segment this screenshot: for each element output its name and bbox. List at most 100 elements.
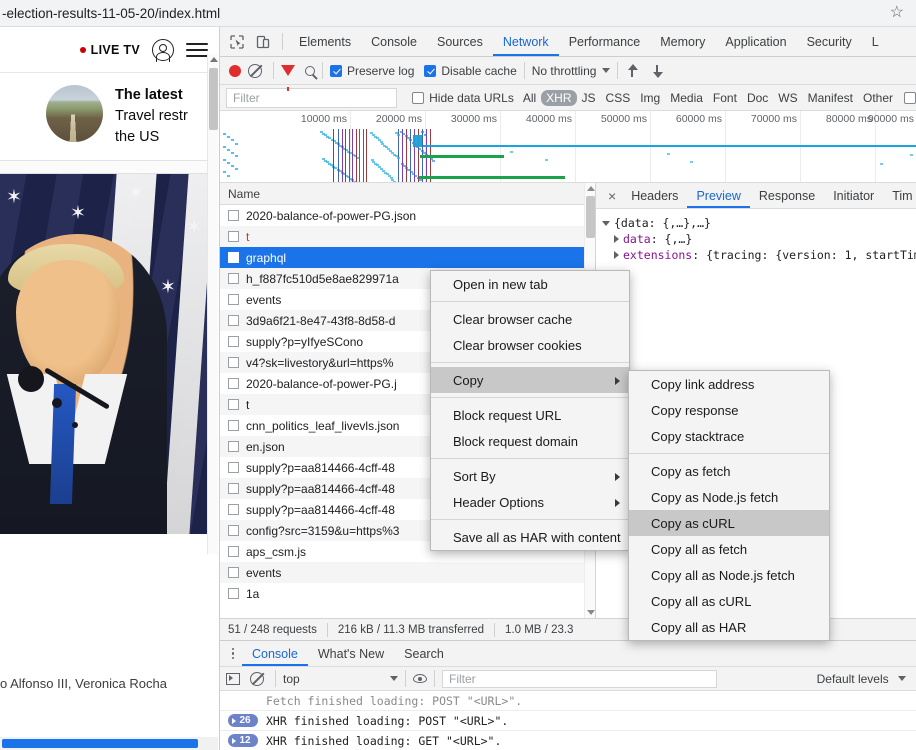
- filter-type-manifest[interactable]: Manifest: [803, 90, 858, 106]
- request-checkbox[interactable]: [228, 336, 239, 347]
- browser-url-bar[interactable]: -election-results-11-05-20/index.html ☆: [0, 0, 916, 26]
- tab-lighthouse[interactable]: L: [862, 27, 889, 56]
- page-hscroll-thumb[interactable]: [2, 739, 198, 748]
- tab-elements[interactable]: Elements: [289, 27, 361, 56]
- triangle-right-icon[interactable]: [614, 251, 619, 259]
- scroll-down-icon[interactable]: [587, 610, 595, 615]
- tab-performance[interactable]: Performance: [559, 27, 651, 56]
- request-checkbox[interactable]: [228, 231, 239, 242]
- context-menu-item[interactable]: Clear browser cache: [431, 306, 629, 332]
- log-group-badge[interactable]: 12: [228, 734, 258, 747]
- chevron-down-icon[interactable]: [390, 676, 398, 681]
- copy-submenu-item[interactable]: Copy as Node.js fetch: [629, 484, 829, 510]
- triangle-right-icon[interactable]: [614, 235, 619, 243]
- request-checkbox[interactable]: [228, 588, 239, 599]
- context-menu-item[interactable]: Sort By: [431, 463, 629, 489]
- context-menu-item[interactable]: Block request URL: [431, 402, 629, 428]
- throttling-select[interactable]: No throttling: [532, 64, 597, 78]
- scroll-thumb[interactable]: [586, 196, 595, 238]
- request-checkbox[interactable]: [228, 546, 239, 557]
- network-overview-timeline[interactable]: 10000 ms 20000 ms 30000 ms 40000 ms 5000…: [220, 111, 916, 183]
- copy-submenu-item[interactable]: Copy as fetch: [629, 458, 829, 484]
- scroll-up-icon[interactable]: [587, 186, 595, 191]
- filter-type-js[interactable]: JS: [577, 90, 601, 106]
- preview-row[interactable]: data: {,…}: [602, 231, 916, 247]
- console-levels-select[interactable]: Default levels: [817, 672, 906, 686]
- scroll-up-icon[interactable]: [210, 57, 218, 62]
- log-group-badge[interactable]: 26: [228, 714, 258, 727]
- request-row[interactable]: 2020-balance-of-power-PG.json: [220, 205, 595, 226]
- console-sidebar-icon[interactable]: [226, 672, 240, 685]
- tab-application[interactable]: Application: [715, 27, 796, 56]
- request-checkbox[interactable]: [228, 462, 239, 473]
- tab-console[interactable]: Console: [361, 27, 427, 56]
- context-menu-item[interactable]: Header Options: [431, 489, 629, 515]
- drawer-tab-console[interactable]: Console: [242, 641, 308, 666]
- filter-type-all[interactable]: All: [518, 90, 541, 106]
- record-icon[interactable]: [229, 64, 241, 77]
- request-column-header[interactable]: Name: [220, 183, 595, 205]
- filter-type-other[interactable]: Other: [858, 90, 898, 106]
- console-log-row[interactable]: Fetch finished loading: POST "<URL>".: [220, 691, 916, 711]
- chevron-down-icon[interactable]: [602, 68, 611, 73]
- star-icon[interactable]: ☆: [890, 3, 904, 23]
- filter-type-ws[interactable]: WS: [773, 90, 802, 106]
- copy-submenu-item[interactable]: Copy all as cURL: [629, 588, 829, 614]
- page-vertical-scrollbar[interactable]: [207, 54, 218, 554]
- request-row[interactable]: 1a: [220, 583, 595, 604]
- detail-tab-initiator[interactable]: Initiator: [824, 183, 883, 208]
- inspect-element-icon[interactable]: [224, 29, 250, 55]
- preserve-log-label[interactable]: Preserve log: [347, 64, 414, 78]
- console-log[interactable]: Fetch finished loading: POST "<URL>". 26 X…: [220, 691, 916, 750]
- page-inner-scroll[interactable]: [0, 161, 218, 175]
- live-tv-link[interactable]: LIVE TV: [79, 43, 140, 57]
- request-checkbox[interactable]: [228, 294, 239, 305]
- menu-icon[interactable]: [186, 42, 208, 57]
- detail-tab-timing[interactable]: Tim: [883, 183, 916, 208]
- request-row[interactable]: events: [220, 562, 595, 583]
- copy-submenu-item[interactable]: Copy all as HAR: [629, 614, 829, 640]
- request-checkbox[interactable]: [228, 420, 239, 431]
- request-checkbox[interactable]: [228, 441, 239, 452]
- chevron-down-icon[interactable]: [898, 675, 906, 681]
- copy-submenu-item[interactable]: Copy all as fetch: [629, 536, 829, 562]
- preserve-log-checkbox[interactable]: [330, 64, 342, 77]
- detail-tab-response[interactable]: Response: [750, 183, 824, 208]
- detail-tab-preview[interactable]: Preview: [687, 183, 749, 208]
- tab-security[interactable]: Security: [797, 27, 862, 56]
- context-menu-item[interactable]: Copy: [431, 367, 629, 393]
- latest-story-card[interactable]: The latest Travel restr the US: [0, 73, 218, 158]
- context-menu-item[interactable]: Clear browser cookies: [431, 332, 629, 358]
- account-icon[interactable]: [152, 38, 174, 61]
- tab-sources[interactable]: Sources: [427, 27, 493, 56]
- context-menu-item[interactable]: Save all as HAR with content: [431, 524, 629, 550]
- preview-row[interactable]: {data: {,…},…}: [602, 215, 916, 231]
- copy-submenu-item[interactable]: Copy response: [629, 397, 829, 423]
- triangle-down-icon[interactable]: [602, 220, 610, 226]
- url-text[interactable]: -election-results-11-05-20/index.html: [0, 6, 220, 21]
- request-checkbox[interactable]: [228, 567, 239, 578]
- console-log-row[interactable]: 12 XHR finished loading: GET "<URL>".: [220, 731, 916, 750]
- console-filter-input[interactable]: Filter: [442, 669, 717, 688]
- detail-tab-headers[interactable]: Headers: [622, 183, 687, 208]
- copy-submenu-item[interactable]: Copy as cURL: [629, 510, 829, 536]
- copy-submenu-item[interactable]: Copy all as Node.js fetch: [629, 562, 829, 588]
- clear-console-icon[interactable]: [250, 671, 264, 686]
- filter-input[interactable]: Filter: [226, 87, 397, 108]
- network-context-menu[interactable]: Open in new tab Clear browser cache Clear …: [430, 270, 630, 551]
- request-checkbox[interactable]: [228, 483, 239, 494]
- disable-cache-label[interactable]: Disable cache: [441, 64, 516, 78]
- console-log-row[interactable]: 26 XHR finished loading: POST "<URL>".: [220, 711, 916, 731]
- request-checkbox[interactable]: [228, 378, 239, 389]
- request-checkbox[interactable]: [228, 252, 239, 263]
- filter-type-img[interactable]: Img: [635, 90, 665, 106]
- request-checkbox[interactable]: [228, 504, 239, 515]
- filter-type-media[interactable]: Media: [665, 90, 708, 106]
- filter-type-css[interactable]: CSS: [601, 90, 636, 106]
- request-checkbox[interactable]: [228, 273, 239, 284]
- request-checkbox[interactable]: [228, 210, 239, 221]
- more-options-icon[interactable]: [224, 647, 242, 660]
- drawer-tab-search[interactable]: Search: [394, 641, 454, 666]
- context-menu-item[interactable]: Open in new tab: [431, 271, 629, 297]
- request-checkbox[interactable]: [228, 357, 239, 368]
